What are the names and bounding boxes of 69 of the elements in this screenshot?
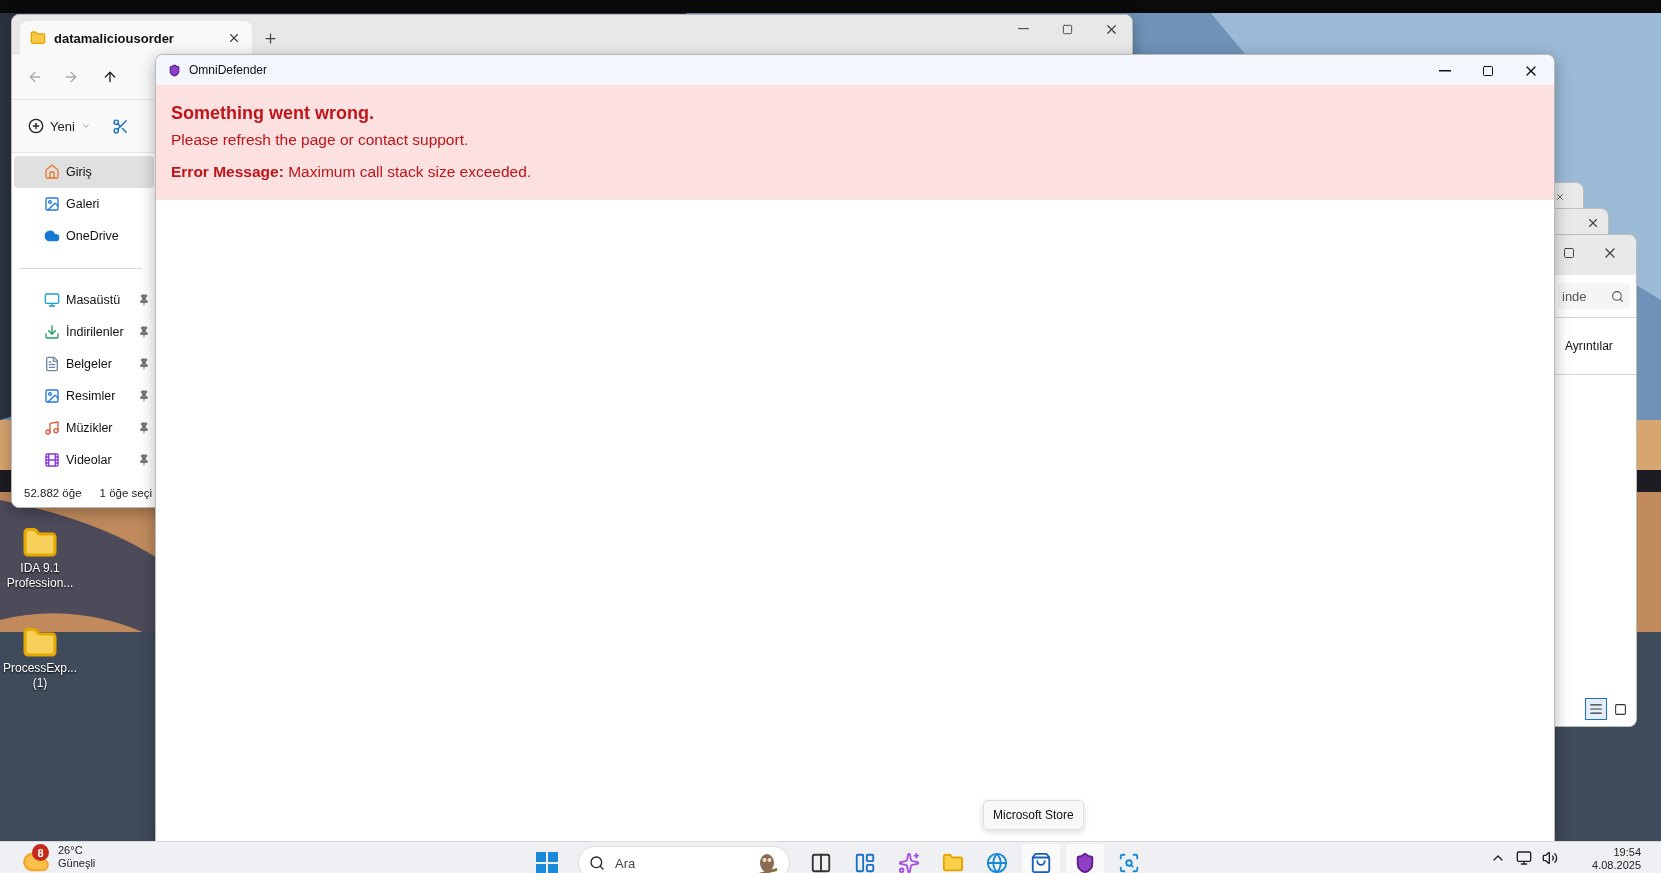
minimize-icon bbox=[1017, 28, 1029, 30]
cloud-icon bbox=[44, 228, 60, 244]
shield-icon bbox=[168, 63, 181, 77]
folder-icon bbox=[942, 852, 964, 873]
bag-icon bbox=[1030, 852, 1052, 873]
error-heading: Something went wrong. bbox=[171, 102, 375, 125]
search-field[interactable]: Ara bbox=[578, 846, 790, 873]
notification-badge: 8 bbox=[32, 844, 49, 861]
new-button[interactable]: Yeni bbox=[24, 114, 95, 138]
close-icon bbox=[227, 31, 241, 45]
sidebar-item[interactable]: Videolar bbox=[14, 444, 154, 476]
gallery-icon bbox=[44, 196, 60, 212]
weather-condition[interactable]: Güneşli bbox=[58, 857, 96, 870]
folder-icon bbox=[30, 30, 46, 46]
caret-icon bbox=[80, 121, 91, 131]
search-field[interactable]: inde bbox=[1558, 283, 1630, 309]
item-count: 52.882 öğe bbox=[24, 487, 82, 499]
sidebar-item[interactable]: Masaüstü bbox=[14, 284, 154, 316]
plus-icon bbox=[28, 118, 44, 134]
square-icon bbox=[1613, 702, 1627, 716]
plus-icon bbox=[262, 30, 278, 46]
download-icon bbox=[44, 324, 60, 340]
shield-icon bbox=[1074, 852, 1096, 873]
widgets-icon bbox=[854, 852, 876, 873]
sidebar-item[interactable]: Galeri bbox=[14, 188, 154, 220]
sidebar-item[interactable]: Belgeler bbox=[14, 348, 154, 380]
minimize-icon bbox=[1439, 70, 1451, 72]
tooltip: Microsoft Store bbox=[983, 800, 1084, 830]
home-icon bbox=[44, 164, 60, 180]
error-hint: Please refresh the page or contact support. bbox=[171, 130, 470, 150]
search-icon bbox=[1611, 289, 1624, 303]
clock[interactable]: 19:54 4.08.2025 bbox=[1592, 846, 1641, 872]
sidebar-item[interactable]: Müzikler bbox=[14, 412, 154, 444]
search-icon bbox=[589, 855, 605, 871]
sidebar-item[interactable]: Giriş bbox=[14, 156, 154, 188]
sidebar-item[interactable]: OneDrive bbox=[14, 220, 154, 252]
desktop-icon bbox=[44, 292, 60, 308]
document-icon bbox=[44, 356, 60, 372]
desktop-icon-label[interactable]: ProcessExp... (1) bbox=[3, 661, 77, 691]
sidebar-item[interactable]: İndirilenler bbox=[14, 316, 154, 348]
selection-count: 1 öğe seçi bbox=[99, 487, 152, 499]
close-icon bbox=[1586, 216, 1600, 230]
music-icon bbox=[44, 420, 60, 436]
maximize-icon bbox=[1061, 23, 1073, 35]
magnifier-icon bbox=[1118, 852, 1140, 873]
globe-icon bbox=[986, 852, 1008, 873]
list-icon bbox=[1589, 702, 1603, 716]
sparkle-icon bbox=[898, 852, 920, 873]
desktop-icon-label[interactable]: IDA 9.1 Profession... bbox=[6, 561, 74, 591]
details-button[interactable]: Ayrıntılar bbox=[1555, 318, 1636, 374]
maximize-icon bbox=[1563, 247, 1575, 259]
window-title: OmniDefender bbox=[189, 63, 268, 77]
error-message: Error Message: Maximum call stack size exceeded. bbox=[171, 162, 533, 182]
scissors-icon bbox=[112, 117, 130, 135]
volume-icon[interactable] bbox=[1542, 850, 1559, 866]
windows-icon bbox=[536, 852, 558, 873]
task-view-icon bbox=[810, 852, 832, 873]
tab-title: datamaliciousorder bbox=[54, 30, 174, 46]
network-icon[interactable] bbox=[1516, 850, 1533, 866]
taskbar-app-button[interactable] bbox=[1066, 844, 1104, 873]
folder-tab[interactable]: datamaliciousorder bbox=[20, 21, 252, 55]
picture-icon bbox=[44, 388, 60, 404]
maximize-icon bbox=[1482, 65, 1494, 77]
arrow-right-icon bbox=[63, 69, 79, 85]
details-view-button[interactable] bbox=[1585, 698, 1607, 720]
temperature[interactable]: 26°C bbox=[58, 844, 96, 857]
taskbar-app-button[interactable] bbox=[1022, 844, 1060, 873]
video-icon bbox=[44, 452, 60, 468]
sidebar-item[interactable]: Resimler bbox=[14, 380, 154, 412]
